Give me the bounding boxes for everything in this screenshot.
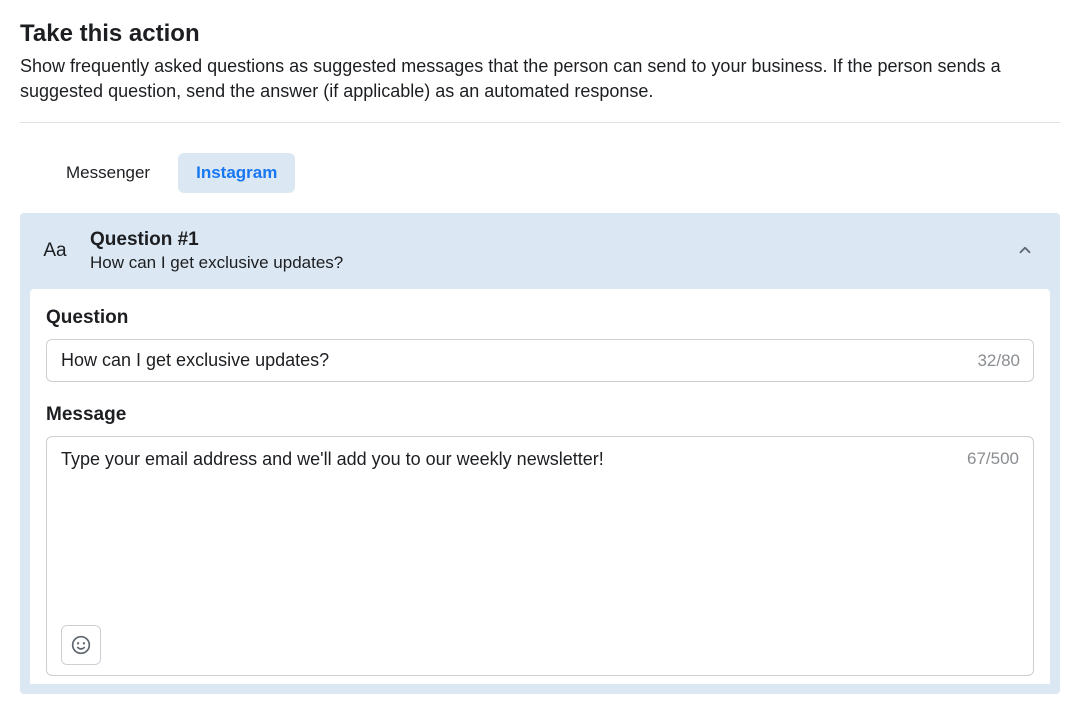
tabs: Messenger Instagram [20,153,1060,193]
text-format-icon: Aa [40,240,70,262]
message-char-count: 67/500 [967,449,1019,469]
question-panel: Aa Question #1 How can I get exclusive u… [20,213,1060,694]
panel-header-text: Question #1 How can I get exclusive upda… [90,229,990,273]
question-char-count: 32/80 [977,351,1020,371]
question-input-wrap: 32/80 [46,339,1034,382]
message-input-wrap: Type your email address and we'll add yo… [46,436,1034,676]
question-input[interactable] [46,339,1034,382]
question-label: Question [46,307,1034,329]
message-input[interactable]: Type your email address and we'll add yo… [61,449,939,625]
message-label: Message [46,404,1034,426]
panel-body: Question 32/80 Message Type your email a… [30,289,1050,684]
question-preview: How can I get exclusive updates? [90,253,990,273]
panel-header[interactable]: Aa Question #1 How can I get exclusive u… [20,213,1060,289]
question-number: Question #1 [90,229,990,251]
collapse-button[interactable] [1010,235,1040,268]
tab-instagram[interactable]: Instagram [178,153,295,193]
emoji-button[interactable] [61,625,101,665]
divider [20,122,1060,123]
page-title: Take this action [20,20,1060,48]
smiley-icon [71,635,91,655]
tab-messenger[interactable]: Messenger [48,153,168,193]
chevron-up-icon [1016,241,1034,259]
page-description: Show frequently asked questions as sugge… [20,54,1060,104]
